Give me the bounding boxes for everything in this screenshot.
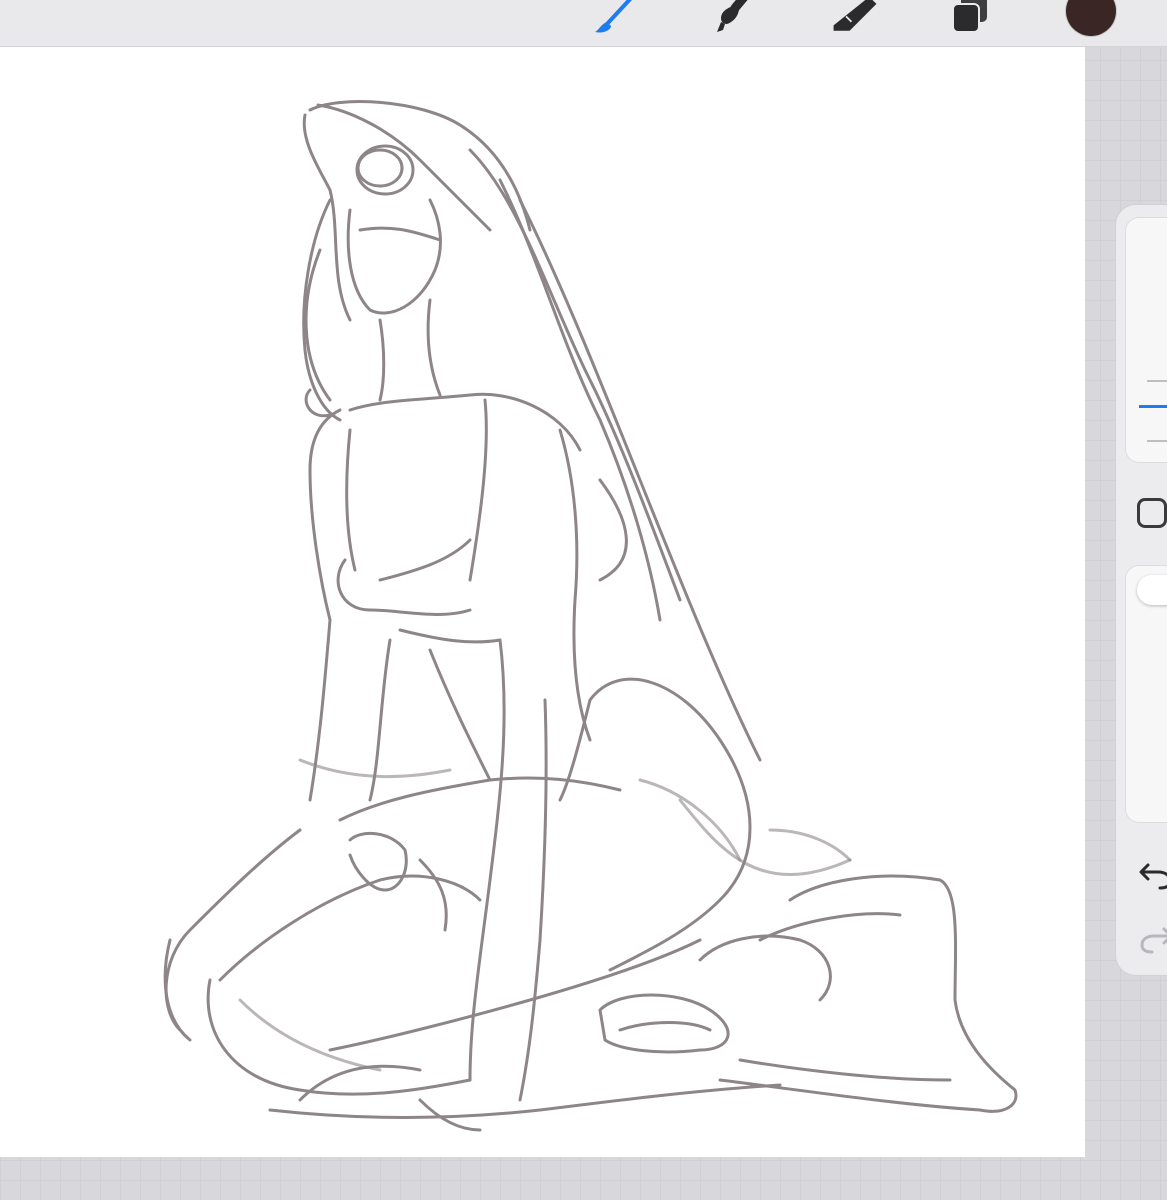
size-tick	[1147, 380, 1167, 382]
brush-tool-button[interactable]	[592, 0, 642, 40]
brush-sidebar	[1116, 205, 1167, 975]
undo-button[interactable]	[1136, 855, 1167, 895]
sketch-artwork	[163, 100, 1018, 1132]
layers-icon	[952, 0, 987, 33]
opacity-slider-knob[interactable]	[1137, 575, 1167, 605]
undo-icon	[1139, 863, 1167, 890]
brush-icon	[595, 0, 633, 33]
redo-icon	[1140, 927, 1167, 954]
smudge-tool-button[interactable]	[708, 0, 758, 40]
smudge-icon	[717, 0, 748, 32]
eraser-icon	[833, 0, 877, 31]
drawing-canvas[interactable]	[0, 47, 1085, 1157]
size-tick-active	[1139, 405, 1167, 408]
color-picker-button[interactable]	[1066, 0, 1116, 36]
brush-opacity-slider[interactable]	[1125, 565, 1167, 823]
size-tick	[1147, 440, 1167, 442]
modify-button[interactable]	[1137, 498, 1167, 528]
brush-size-slider[interactable]	[1125, 217, 1167, 463]
redo-button[interactable]	[1136, 919, 1167, 959]
layers-tool-button[interactable]	[946, 0, 996, 40]
eraser-tool-button[interactable]	[830, 0, 880, 40]
top-toolbar	[0, 0, 1167, 47]
